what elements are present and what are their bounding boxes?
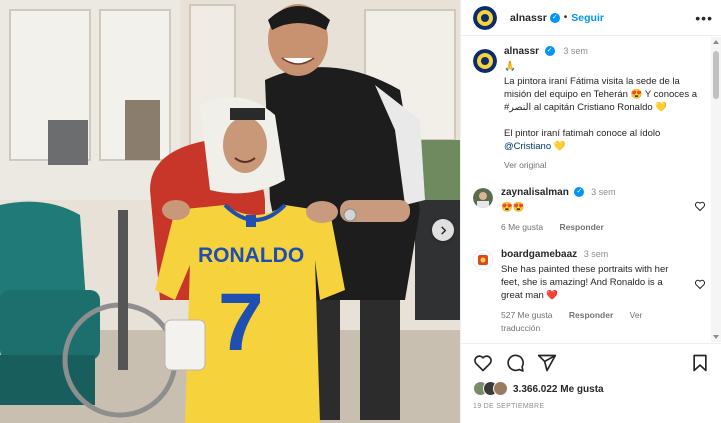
reply-button[interactable]: Responder bbox=[559, 222, 603, 232]
post-actions: 3.366.022 Me gusta 19 DE SEPTIEMBRE bbox=[461, 343, 721, 410]
comment-likes[interactable]: 6 Me gusta bbox=[501, 222, 543, 232]
post-date: 19 DE SEPTIEMBRE bbox=[473, 403, 545, 410]
likes-count[interactable]: 3.366.022 Me gusta bbox=[513, 384, 604, 395]
heart-icon[interactable] bbox=[694, 200, 706, 212]
caption-text: La pintora iraní Fátima visita la sede d… bbox=[504, 76, 697, 113]
scroll-down-arrow[interactable] bbox=[713, 335, 719, 339]
liker-avatars bbox=[473, 381, 513, 397]
action-bar bbox=[473, 352, 712, 374]
comment-text: She has painted these portraits with her… bbox=[501, 264, 669, 301]
verified-icon: ✓ bbox=[574, 187, 585, 198]
mention-link[interactable]: @Cristiano bbox=[504, 141, 551, 152]
avatar[interactable] bbox=[473, 250, 493, 270]
verified-icon: ✓ bbox=[544, 46, 555, 57]
comment-text: 😍😍 bbox=[501, 202, 525, 213]
bookmark-icon[interactable] bbox=[690, 353, 710, 373]
see-original-link[interactable]: Ver original bbox=[504, 159, 704, 172]
comment-username[interactable]: boardgamebaaz bbox=[501, 249, 577, 260]
avatar[interactable] bbox=[473, 188, 493, 208]
comment-item: zaynalisalman ✓ 3 sem 😍😍 6 Me gusta Resp… bbox=[473, 186, 710, 234]
comment-item: boardgamebaaz 3 sem She has painted thes… bbox=[473, 248, 710, 335]
comment-username[interactable]: zaynalisalman bbox=[501, 187, 569, 198]
follow-button[interactable]: Seguir bbox=[571, 12, 604, 24]
avatar[interactable] bbox=[473, 5, 497, 30]
comment-meta: 527 Me gusta Responder Ver traducción bbox=[501, 309, 684, 335]
heart-icon[interactable] bbox=[694, 278, 706, 290]
separator-dot: • bbox=[563, 12, 568, 23]
comment-likes[interactable]: 527 Me gusta bbox=[501, 310, 553, 320]
more-icon[interactable]: ••• bbox=[695, 10, 713, 26]
scroll-up-arrow[interactable] bbox=[713, 40, 719, 44]
comment-icon[interactable] bbox=[505, 353, 525, 373]
reply-button[interactable]: Responder bbox=[569, 310, 613, 320]
likes-summary: 3.366.022 Me gusta bbox=[473, 381, 712, 397]
comments-section[interactable]: alnassr ✓ 3 sem 🙏 La pintora iraní Fátim… bbox=[461, 37, 710, 342]
caption-emoji: 🙏 bbox=[504, 61, 516, 72]
chevron-right-icon bbox=[440, 225, 446, 235]
translation-emoji: 💛 bbox=[551, 141, 566, 152]
comment-time: 3 sem bbox=[583, 249, 609, 259]
shirt-number: 7 bbox=[218, 277, 264, 368]
caption-time: 3 sem bbox=[563, 46, 588, 56]
caption: alnassr ✓ 3 sem 🙏 La pintora iraní Fátim… bbox=[473, 45, 710, 172]
next-slide-button[interactable] bbox=[432, 219, 454, 241]
verified-icon: ✓ bbox=[549, 12, 560, 23]
share-icon[interactable] bbox=[537, 353, 557, 373]
post-username[interactable]: alnassr bbox=[510, 12, 547, 24]
post-photo[interactable]: RONALDO 7 bbox=[0, 0, 460, 423]
scroll-thumb[interactable] bbox=[713, 51, 719, 99]
liker-avatar bbox=[493, 381, 508, 396]
caption-username[interactable]: alnassr bbox=[504, 46, 539, 57]
photo-scene: RONALDO 7 bbox=[0, 0, 460, 423]
avatar[interactable] bbox=[473, 49, 497, 73]
comment-meta: 6 Me gusta Responder bbox=[501, 221, 684, 234]
post-header: alnassr ✓ • Seguir ••• bbox=[461, 0, 721, 36]
comment-time: 3 sem bbox=[591, 187, 616, 197]
comments-scrollbar[interactable] bbox=[711, 37, 721, 342]
caption-translation: El pintor iraní fatimah conoce al ídolo … bbox=[504, 127, 704, 153]
post-side-panel: alnassr ✓ • Seguir ••• alnassr ✓ 3 sem 🙏… bbox=[460, 0, 721, 423]
translation-text: El pintor iraní fatimah conoce al ídolo bbox=[504, 128, 661, 139]
shirt-name: RONALDO bbox=[198, 244, 304, 267]
heart-icon[interactable] bbox=[473, 353, 493, 373]
